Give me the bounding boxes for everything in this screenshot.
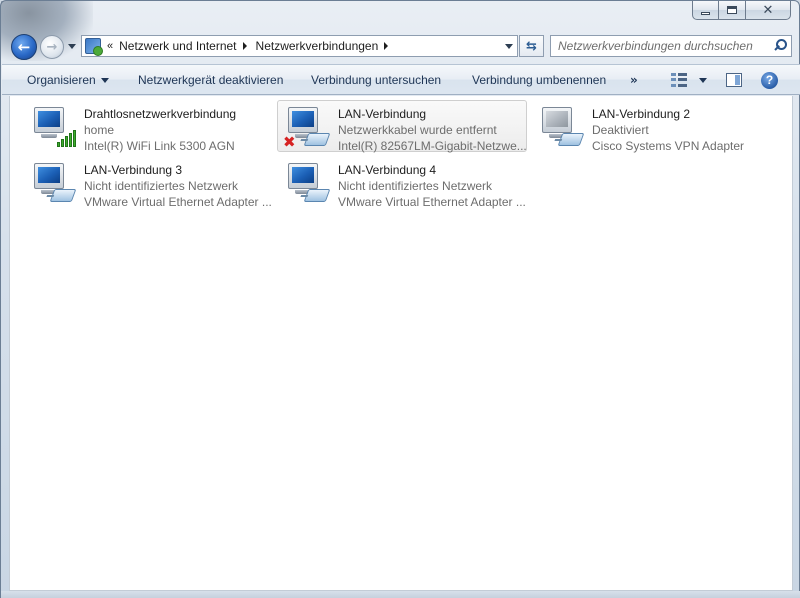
maximize-icon <box>727 6 737 14</box>
breadcrumb-item[interactable]: Netzwerkverbindungen <box>256 39 389 53</box>
search-box[interactable] <box>550 35 792 57</box>
connection-name: LAN-Verbindung 2 <box>592 107 691 121</box>
connection-device: Intel(R) 82567LM-Gigabit-Netzwe... <box>338 139 526 153</box>
connection-item-lan-4[interactable]: LAN-Verbindung 4 Nicht identifiziertes N… <box>277 156 527 209</box>
connections-list: Drahtlosnetzwerkverbindung home Intel(R)… <box>9 96 793 591</box>
change-view-button[interactable] <box>671 65 707 95</box>
connection-status: Deaktiviert <box>592 123 649 137</box>
connection-item-lan[interactable]: ✖ LAN-Verbindung Netzwerkkabel wurde ent… <box>277 100 527 153</box>
error-x-icon: ✖ <box>283 133 296 151</box>
refresh-icon: ⇆ <box>526 38 537 54</box>
recent-pages-button[interactable] <box>67 41 77 51</box>
breadcrumb-label: Netzwerkverbindungen <box>255 39 379 53</box>
network-center-icon <box>85 38 103 56</box>
more-commands-icon: » <box>630 73 638 87</box>
minimize-button[interactable] <box>692 1 719 20</box>
more-commands-button[interactable]: » <box>630 65 638 95</box>
chevron-down-icon[interactable] <box>699 77 707 83</box>
close-button[interactable]: ✕ <box>746 1 791 20</box>
close-icon: ✕ <box>762 2 774 18</box>
chevron-down-icon <box>100 77 109 83</box>
window-bottom-border <box>1 591 800 598</box>
connection-name: LAN-Verbindung 3 <box>84 163 183 177</box>
connection-name: LAN-Verbindung 4 <box>338 163 437 177</box>
back-button[interactable]: ← <box>11 34 37 60</box>
wireless-network-icon <box>28 105 80 151</box>
connection-status: Nicht identifiziertes Netzwerk <box>338 179 493 193</box>
diagnose-label: Verbindung untersuchen <box>311 73 442 87</box>
refresh-button[interactable]: ⇆ <box>519 35 544 57</box>
rename-button[interactable]: Verbindung umbenennen <box>472 65 606 95</box>
connection-item-lan-3[interactable]: LAN-Verbindung 3 Nicht identifiziertes N… <box>23 156 273 209</box>
minimize-icon <box>701 11 710 15</box>
caption-buttons: ✕ <box>692 1 791 20</box>
disable-device-label: Netzwerkgerät deaktivieren <box>138 73 284 87</box>
breadcrumb-arrow-icon[interactable] <box>384 42 389 50</box>
diagnose-button[interactable]: Verbindung untersuchen <box>311 65 441 95</box>
connection-item-wireless[interactable]: Drahtlosnetzwerkverbindung home Intel(R)… <box>23 100 273 153</box>
connection-item-lan-2[interactable]: LAN-Verbindung 2 Deaktiviert Cisco Syste… <box>531 100 781 153</box>
connection-device: Intel(R) WiFi Link 5300 AGN <box>84 139 235 153</box>
explorer-window: ✕ ← → « Netzwerk und Internet Netzwerkve… <box>0 0 800 598</box>
connection-device: Cisco Systems VPN Adapter <box>592 139 745 153</box>
back-arrow-icon: ← <box>17 38 31 56</box>
help-icon: ? <box>761 71 778 89</box>
connection-device: VMware Virtual Ethernet Adapter ... <box>338 195 526 209</box>
preview-pane-button[interactable] <box>726 65 742 95</box>
disconnected-lan-icon: ✖ <box>282 105 334 151</box>
forward-button[interactable]: → <box>40 35 64 59</box>
breadcrumb-arrow-icon[interactable] <box>242 42 247 50</box>
preview-pane-icon <box>726 73 742 87</box>
breadcrumb-overflow[interactable]: « <box>107 40 113 52</box>
search-input[interactable] <box>558 39 771 53</box>
lan-icon <box>28 161 80 207</box>
disable-device-button[interactable]: Netzwerkgerät deaktivieren <box>138 65 283 95</box>
change-view-icon <box>671 73 687 87</box>
connection-status: Nicht identifiziertes Netzwerk <box>84 179 239 193</box>
connection-name: Drahtlosnetzwerkverbindung <box>84 107 237 121</box>
search-icon[interactable] <box>771 36 791 56</box>
breadcrumb-label: Netzwerk und Internet <box>119 39 237 53</box>
address-bar[interactable]: « Netzwerk und Internet Netzwerkverbindu… <box>81 35 518 57</box>
connection-device: VMware Virtual Ethernet Adapter ... <box>84 195 272 209</box>
disabled-lan-icon <box>536 105 588 151</box>
connection-status: Netzwerkkabel wurde entfernt <box>338 123 497 137</box>
chevron-down-icon <box>505 43 513 49</box>
address-history-button[interactable] <box>501 36 517 56</box>
help-button[interactable]: ? <box>761 65 778 95</box>
forward-arrow-icon: → <box>46 39 58 55</box>
rename-label: Verbindung umbenennen <box>472 73 607 87</box>
connection-status: home <box>84 123 115 137</box>
organize-button[interactable]: Organisieren <box>27 65 109 95</box>
chevron-down-icon <box>68 43 76 49</box>
connection-name: LAN-Verbindung <box>338 107 427 121</box>
maximize-button[interactable] <box>719 1 746 20</box>
organize-label: Organisieren <box>27 73 96 87</box>
breadcrumb-item[interactable]: Netzwerk und Internet <box>119 39 247 53</box>
lan-icon <box>282 161 334 207</box>
command-bar: Organisieren Netzwerkgerät deaktivieren … <box>2 64 800 95</box>
